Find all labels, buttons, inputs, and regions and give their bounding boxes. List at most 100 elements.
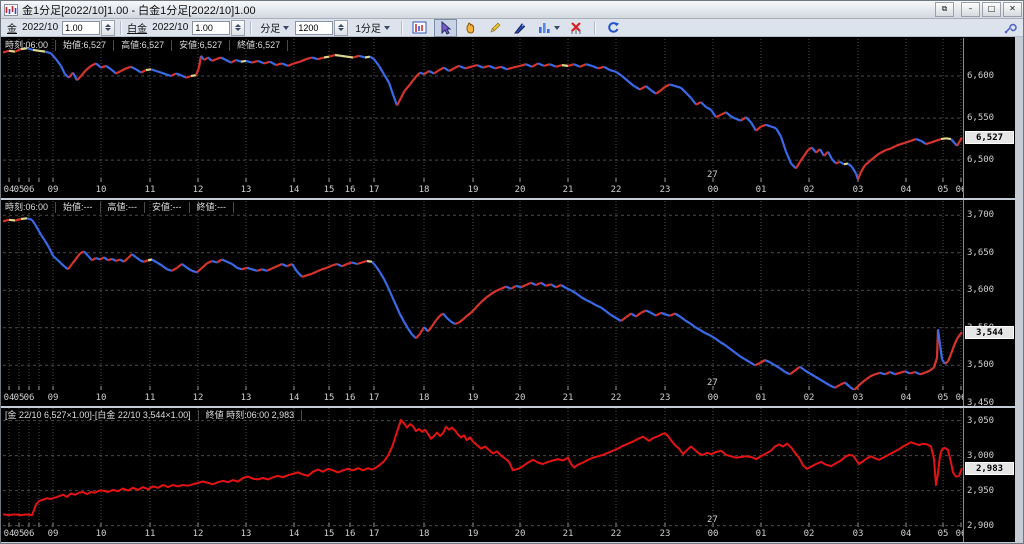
info-field: 終値 時刻:06:00 2,983 <box>199 410 303 421</box>
gold-month-label: 2022/10 <box>22 22 59 33</box>
time-tick-label: 04 <box>900 529 912 539</box>
time-tick-label: 11 <box>144 393 156 403</box>
time-tick-label: 12 <box>192 185 204 195</box>
chart-area: 時刻:06:00 始値:6,527 高値:6,527 安値:6,527 終値:6,527… <box>1 37 1023 542</box>
time-tick-label: 12 <box>192 393 204 403</box>
time-tick-label: 23 <box>659 393 671 403</box>
bar-count-spinner[interactable] <box>334 19 349 36</box>
minimize-button[interactable]: – <box>961 2 980 17</box>
pen-button[interactable] <box>509 19 532 37</box>
time-tick-label: 15 <box>323 529 335 539</box>
time-tick-label: 14 <box>288 393 300 403</box>
time-tick-label: 03 <box>852 529 864 539</box>
chevron-down-icon <box>283 25 290 30</box>
last-price-box: 2,983 <box>965 461 1014 475</box>
pen-icon <box>514 22 526 33</box>
date-marker: 27 <box>707 378 718 388</box>
gold-candle-plot[interactable] <box>3 39 963 182</box>
time-tick-label: 02 <box>803 529 815 539</box>
price-tick-label: 3,000 <box>967 450 995 461</box>
info-field: [金 22/10 6,527×1.00]-[白金 22/10 3,544×1.0… <box>4 410 199 421</box>
time-tick-label: 20 <box>514 185 526 195</box>
time-tick-label: 18 <box>418 393 430 403</box>
settings-wrench-button[interactable] <box>1001 20 1019 36</box>
time-tick-label: 05 <box>937 393 949 403</box>
platinum-multiplier-spinner[interactable] <box>231 19 246 36</box>
last-price-box: 6,527 <box>965 131 1014 145</box>
right-border-strip <box>1015 37 1023 542</box>
chart-application-window: 金1分足[2022/10]1.00 - 白金1分足[2022/10]1.00 ⧉… <box>0 0 1024 544</box>
time-tick-label: 17 <box>368 393 380 403</box>
gold-info-bar: 時刻:06:00 始値:6,527 高値:6,527 安値:6,527 終値:6,527 <box>4 40 289 51</box>
time-tick-label: 06 <box>23 529 35 539</box>
time-tick-label: 01 <box>755 529 767 539</box>
bar-count-input[interactable] <box>295 20 334 35</box>
title-bar: 金1分足[2022/10]1.00 - 白金1分足[2022/10]1.00 ⧉… <box>1 1 1023 19</box>
time-tick-label: 06 <box>23 185 35 195</box>
time-tick-label: 06 <box>23 393 35 403</box>
spread-info-bar: [金 22/10 6,527×1.00]-[白金 22/10 3,544×1.0… <box>4 410 303 421</box>
time-tick-label: 21 <box>562 393 574 403</box>
popout-window-button[interactable]: ⧉ <box>935 2 954 17</box>
maximize-button[interactable]: □ <box>982 2 1001 17</box>
time-tick-label: 17 <box>368 529 380 539</box>
info-field: 時刻:06:00 <box>4 202 57 213</box>
pencil-button[interactable] <box>484 19 507 37</box>
bar-type-dropdown[interactable]: 分足 <box>257 19 292 36</box>
gold-multiplier-spinner[interactable] <box>101 19 116 36</box>
price-tick-label: 3,050 <box>967 415 995 426</box>
time-tick-label: 18 <box>418 529 430 539</box>
select-cursor-button[interactable] <box>433 18 457 37</box>
platinum-time-axis: 04 05 06 09 10 11 12 13 14 15 16 17 18 19 20 21 22 23 00 01… <box>3 391 963 406</box>
toolbar-separator <box>120 20 123 35</box>
time-tick-label: 00 <box>707 185 719 195</box>
gold-plot-wrap <box>3 39 963 182</box>
price-tick-label: 6,550 <box>967 113 995 124</box>
time-tick-label: 23 <box>659 529 671 539</box>
close-button[interactable]: ✕ <box>1003 2 1022 17</box>
platinum-candle-plot[interactable] <box>3 201 963 390</box>
platinum-plot-wrap <box>3 201 963 390</box>
platinum-multiplier-input[interactable] <box>192 20 231 35</box>
pan-hand-button[interactable] <box>459 19 482 37</box>
interval-dropdown[interactable]: 1分足 <box>352 19 393 36</box>
info-field: 始値:6,527 <box>56 40 115 51</box>
gold-multiplier-input[interactable] <box>62 20 101 35</box>
date-marker: 27 <box>707 515 718 525</box>
time-tick-label: 23 <box>659 185 671 195</box>
date-marker: 27 <box>707 170 718 180</box>
time-tick-label: 14 <box>288 529 300 539</box>
spread-plot-wrap <box>3 408 963 527</box>
time-tick-label: 17 <box>368 185 380 195</box>
price-tick-label: 6,600 <box>967 71 995 81</box>
time-tick-label: 21 <box>562 185 574 195</box>
time-tick-label: 19 <box>467 529 479 539</box>
time-tick-label: 16 <box>344 529 356 539</box>
price-tick-label: 3,700 <box>967 210 995 221</box>
interval-label: 1分足 <box>355 24 381 35</box>
toolbar: 金 2022/10 白金 2022/10 分足 1分足 <box>1 18 1023 37</box>
gold-chart-panel: 時刻:06:00 始値:6,527 高値:6,527 安値:6,527 終値:6,527… <box>1 38 1015 198</box>
time-tick-label: 00 <box>707 529 719 539</box>
info-field: 始値:--- <box>56 202 101 213</box>
clear-drawings-button[interactable] <box>565 19 588 37</box>
kline-chart-button[interactable] <box>409 19 432 37</box>
refresh-button[interactable] <box>602 19 625 37</box>
time-tick-label: 11 <box>144 185 156 195</box>
gold-time-axis: 04 05 06 09 10 11 12 13 14 15 16 17 18 19 20 21 22 23 00 01… <box>3 183 963 198</box>
pan-hand-icon <box>466 22 475 34</box>
spread-time-axis: 04 05 06 09 10 11 12 13 14 15 16 17 18 19 20 21 22 23 00 01… <box>3 527 963 542</box>
indicator-bars-button[interactable] <box>534 19 563 37</box>
gold-price-axis: 6,600 6,550 6,500 6,527 <box>963 38 1016 198</box>
time-tick-label: 09 <box>47 529 59 539</box>
time-tick-label: 05 <box>937 185 949 195</box>
time-tick-label: 14 <box>288 185 300 195</box>
time-tick-label: 13 <box>240 185 252 195</box>
time-tick-label: 06 <box>955 529 963 539</box>
platinum-info-bar: 時刻:06:00 始値:--- 高値:--- 安値:--- 終値:--- <box>4 202 235 213</box>
time-tick-label: 22 <box>610 393 622 403</box>
toolbar-separator <box>400 20 403 35</box>
time-tick-label: 12 <box>192 529 204 539</box>
platinum-chart-panel: 時刻:06:00 始値:--- 高値:--- 安値:--- 終値:--- 3,700 3,… <box>1 200 1015 408</box>
spread-line-plot[interactable] <box>3 408 963 527</box>
